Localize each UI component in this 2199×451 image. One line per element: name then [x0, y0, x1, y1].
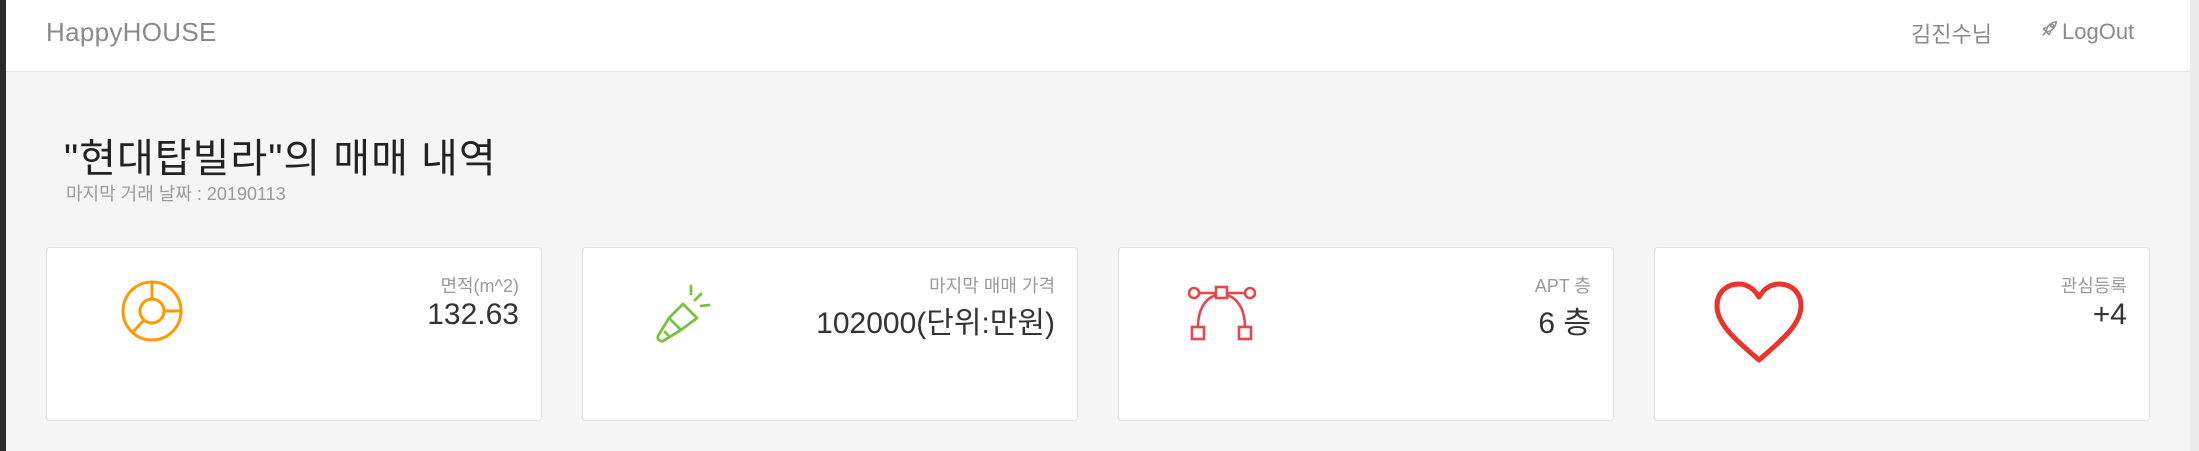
brand-link[interactable]: HappyHOUSE: [46, 17, 217, 48]
logout-link[interactable]: LogOut: [2038, 18, 2134, 46]
pie-chart-icon: [117, 276, 187, 346]
user-name-link[interactable]: 김진수님: [1911, 17, 1992, 49]
logout-label: LogOut: [2062, 19, 2135, 44]
flashlight-icon: [651, 278, 721, 348]
favorite-card[interactable]: 관심등록 +4: [1654, 247, 2150, 421]
floor-value: 6 층: [1538, 307, 1591, 340]
price-label: 마지막 매매 가격: [929, 276, 1055, 296]
page: HappyHOUSE 김진수님 LogOut "현대탑빌라"의 매매 내역 마지…: [6, 0, 2190, 451]
rocket-icon: [2038, 18, 2062, 46]
floor-card: APT 층 6 층: [1118, 247, 1614, 421]
heart-icon[interactable]: [1709, 278, 1809, 368]
favorite-label: 관심등록: [2060, 276, 2127, 296]
scrollbar[interactable]: [2190, 0, 2199, 451]
price-value: 102000(단위:만원): [816, 307, 1055, 340]
area-card: 면적(m^2) 132.63: [46, 247, 542, 421]
area-label: 면적(m^2): [440, 276, 519, 296]
area-value: 132.63: [427, 298, 519, 331]
navbar: HappyHOUSE 김진수님 LogOut: [6, 0, 2190, 72]
price-card: 마지막 매매 가격 102000(단위:만원): [582, 247, 1078, 421]
page-title: "현대탑빌라"의 매매 내역: [64, 137, 497, 181]
bezier-curve-icon: [1187, 282, 1257, 342]
floor-label: APT 층: [1534, 276, 1591, 296]
favorite-count: +4: [2092, 298, 2127, 331]
last-trade-date: 마지막 거래 날짜 : 20190113: [66, 184, 286, 204]
